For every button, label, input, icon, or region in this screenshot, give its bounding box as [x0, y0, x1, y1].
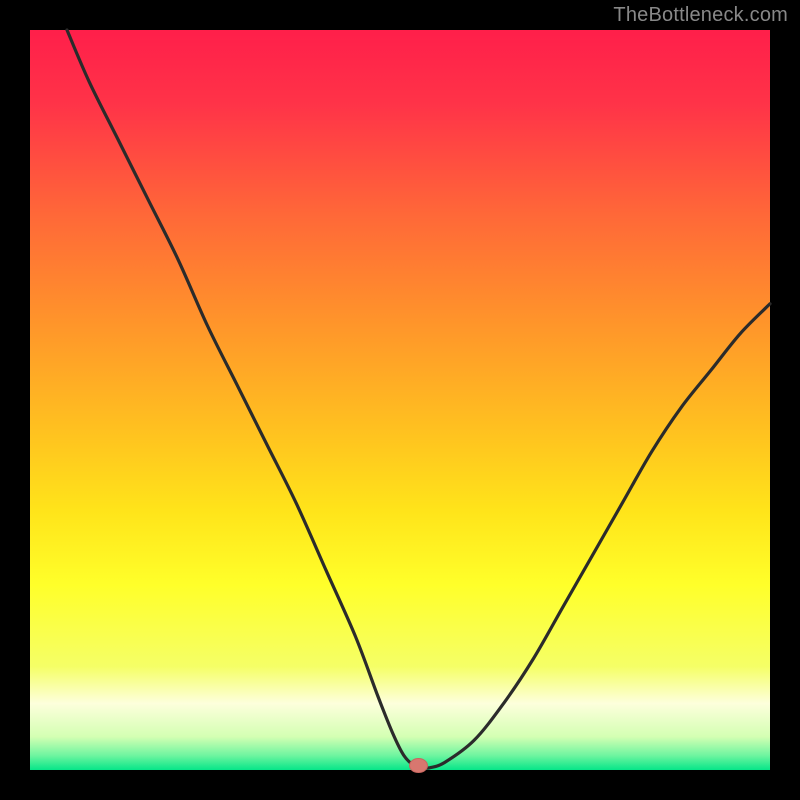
minimum-marker: [410, 759, 428, 773]
chart-frame: TheBottleneck.com: [0, 0, 800, 800]
bottleneck-plot: [0, 0, 800, 800]
plot-background: [30, 30, 770, 770]
